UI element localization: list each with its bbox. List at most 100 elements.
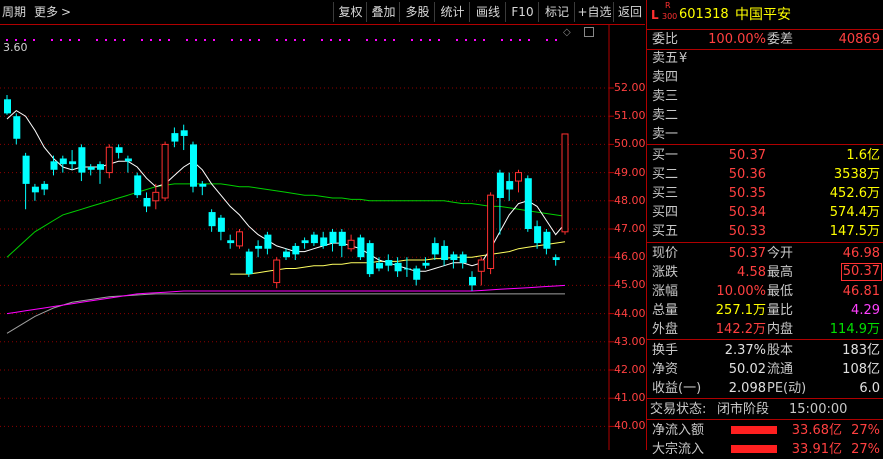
stat-label: 涨跌 [652,265,679,280]
bid-label: 买一 [652,148,679,163]
candle-body [78,147,86,173]
candle-body [543,231,551,249]
bid-volume: 452.6万 [829,186,880,201]
draw-line-button[interactable]: 画线 [469,2,506,22]
candle-body [552,257,560,261]
candle-body [329,231,337,244]
status-value: 闭市阶段 [717,402,770,417]
candle-body [124,158,132,162]
period-button[interactable]: 周期 [2,0,26,24]
f10-button[interactable]: F10 [505,2,539,22]
multi-stock-button[interactable]: 多股 [399,2,435,22]
weibi-value: 100.00% [708,32,766,47]
window-toggle-icon[interactable] [584,27,594,37]
stat-label: 股本 [767,343,794,358]
bid-row[interactable]: 买三 50.35 452.6万 [647,184,883,203]
bid-row[interactable]: 买五 50.33 147.5万 [647,222,883,241]
price-tick-label: 50.00 [614,137,646,151]
fuquan-button[interactable]: 复权 [333,2,367,22]
turnover-rate: 2.37% [724,343,766,358]
current-price: 50.37 [728,246,766,261]
bid-row[interactable]: 买二 50.36 3538万 [647,165,883,184]
stat-row: 现价 50.37 今开 46.98 [647,244,883,263]
toolbar-divider [0,24,645,25]
net-assets: 50.02 [728,362,766,377]
marker-dot [114,39,116,41]
price-tick-label: 46.00 [614,250,646,264]
chevron-right-icon: > [61,5,72,19]
overlay-button[interactable]: 叠加 [366,2,400,22]
stat-label: 内盘 [767,322,794,337]
divider [647,144,883,145]
stat-label: 最高 [767,265,794,280]
ask-row: 卖五 ¥ [647,49,883,68]
bid-row[interactable]: 买四 50.34 574.4万 [647,203,883,222]
outer-volume: 142.2万 [715,322,766,337]
candle-body [506,181,514,190]
chart-toolbar: 周期 更多 > 复权 叠加 多股 统计 画线 F10 标记 +自选 返回 [0,0,645,25]
marker-dot [420,39,422,41]
candle-body [385,260,393,266]
bid-row[interactable]: 买一 50.37 1.6亿 [647,146,883,165]
bid-price: 50.33 [728,224,766,239]
marker-dot [294,39,296,41]
ma-green-line [6,183,566,258]
flow-bar [731,445,777,453]
price-tick-label: 41.00 [614,391,646,405]
candle-body [376,262,383,269]
stock-code: 601318 [679,7,729,22]
marker-dot [321,39,323,41]
mark-button[interactable]: 标记 [538,2,575,22]
marker-dot [150,39,152,41]
ask-row: 卖三 [647,87,883,106]
marker-dot [249,39,251,41]
bid-label: 买二 [652,167,679,182]
stat-label: 现价 [652,246,679,261]
marker-dot [168,39,170,41]
candlestick-plot[interactable] [0,0,645,450]
candle-body [413,268,421,280]
marker-dot [195,39,197,41]
candle-body [69,161,77,165]
back-button[interactable]: 返回 [613,2,646,22]
candle-body [50,161,58,170]
kline-chart-area[interactable]: 周期 更多 > 复权 叠加 多股 统计 画线 F10 标记 +自选 返回 3.60… [0,0,646,450]
candle-body [469,276,476,286]
volume-ratio: 4.29 [851,303,880,318]
stat-label: 最低 [767,284,794,299]
statistics-button[interactable]: 统计 [434,2,470,22]
marker-dot [258,39,260,41]
stat-label: 今开 [767,246,794,261]
candle-body [487,194,495,269]
candle-body [320,237,328,246]
stat-label: 量比 [767,303,794,318]
marker-dot [510,39,512,41]
divider [647,242,883,243]
stat-label: 外盘 [652,322,679,337]
candle-body [441,245,449,261]
flow-row: 净流入额 33.68亿 27% [647,421,883,440]
candle-body [190,144,197,187]
candle-body [180,130,188,136]
marker-dot [456,39,458,41]
add-watchlist-button[interactable]: +自选 [574,2,614,22]
stat-row: 涨幅 10.00% 最低 46.81 [647,282,883,301]
more-button[interactable]: 更多 > [34,0,71,24]
marker-dot [438,39,440,41]
price-tick-label: 48.00 [614,193,646,207]
eps: 2.098 [728,381,766,396]
float-shares: 108亿 [842,362,880,377]
price-tick-label: 43.00 [614,334,646,348]
diamond-icon[interactable]: ◇ [563,27,571,38]
candle-body [422,262,430,266]
weicha-value: 40869 [838,32,880,47]
trade-status-row: 交易状态: 闭市阶段 15:00:00 [647,400,883,419]
ask-label: 卖三 [652,89,679,104]
bid-price: 50.34 [728,205,766,220]
marker-dot [519,39,521,41]
candle-body [347,239,355,250]
flow-percent: 27% [851,423,880,438]
price-tick-label: 45.00 [614,278,646,292]
marker-dot [69,39,71,41]
marker-dot [501,39,503,41]
